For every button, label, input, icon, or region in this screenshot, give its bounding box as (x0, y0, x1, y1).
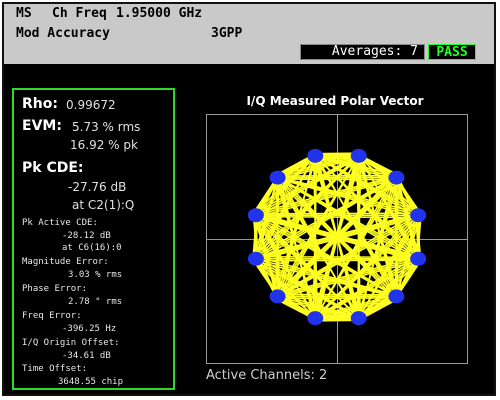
status-bar (4, 64, 494, 86)
evm-pk: 16.92 % pk (70, 138, 138, 152)
phase-err-value: 2.78 ° rms (68, 297, 123, 307)
mag-err-value: 3.03 % rms (68, 270, 123, 280)
polar-plot (206, 114, 468, 364)
symbol-point (388, 289, 405, 304)
rho-value: 0.99672 (66, 98, 116, 112)
freq-err-value: -396.25 Hz (62, 324, 117, 334)
iq-offset-value: -34.61 dB (62, 351, 111, 361)
symbol-point (410, 251, 427, 266)
pk-cde-value: -27.76 dB (68, 180, 127, 194)
analyzer-screen: MS Ch Freq 1.95000 GHz Mod Accuracy 3GPP… (2, 2, 496, 396)
pk-cde-at: at C2(1):Q (72, 198, 135, 212)
iq-offset-label: I/Q Origin Offset: (22, 338, 120, 348)
symbol-point (269, 289, 286, 304)
pass-badge: PASS (428, 44, 476, 60)
freq-err-label: Freq Error: (22, 311, 82, 321)
pk-active-cde-at: at C6(16):0 (62, 243, 122, 253)
symbol-point (269, 170, 286, 185)
freq-label: Ch Freq (52, 6, 107, 21)
evm-rms: 5.73 % rms (72, 120, 141, 134)
polar-vector-trace (247, 148, 427, 326)
time-offset-value: 3648.55 chip (58, 377, 124, 387)
pk-active-cde-value: -28.12 dB (62, 231, 111, 241)
symbol-point (350, 148, 367, 163)
symbol-point (247, 208, 264, 223)
symbol-point (388, 170, 405, 185)
pk-active-cde-label: Pk Active CDE: (22, 218, 98, 228)
freq-value: 1.95000 GHz (116, 6, 203, 21)
averages-box: Averages: 7 (300, 44, 425, 60)
mode-label: MS (16, 6, 32, 21)
results-panel: Rho: 0.99672 EVM: 5.73 % rms 16.92 % pk … (12, 88, 175, 390)
polar-display: I/Q Measured Polar Vector Active Channel… (180, 88, 490, 390)
symbol-point (247, 251, 264, 266)
rho-label: Rho: (22, 96, 58, 112)
plot-title: I/Q Measured Polar Vector (246, 94, 424, 108)
averages-label: Averages: (331, 44, 403, 59)
time-offset-label: Time Offset: (22, 364, 88, 374)
symbol-point (307, 148, 324, 163)
symbol-point (350, 311, 367, 326)
measurement-name: Mod Accuracy (16, 26, 110, 41)
averages-value: 7 (410, 44, 418, 59)
evm-label: EVM: (22, 118, 62, 134)
symbol-point (410, 208, 427, 223)
phase-err-label: Phase Error: (22, 284, 88, 294)
standard-label: 3GPP (211, 26, 243, 41)
mag-err-label: Magnitude Error: (22, 257, 109, 267)
pk-cde-label: Pk CDE: (22, 160, 84, 176)
symbol-point (307, 311, 324, 326)
active-channels-label: Active Channels: 2 (206, 368, 328, 383)
